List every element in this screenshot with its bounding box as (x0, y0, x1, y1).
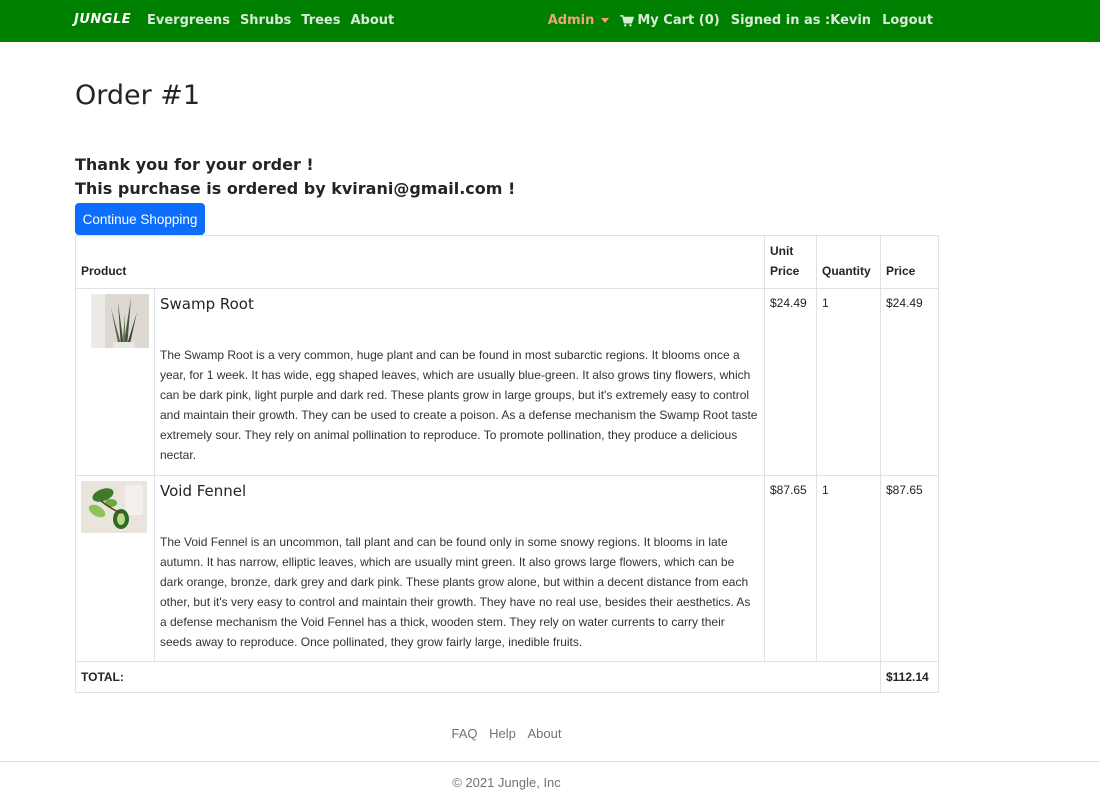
copyright-text: © 2021 Jungle, Inc (452, 775, 561, 790)
order-confirmation-message: Thank you for your order ! This purchase… (75, 153, 515, 201)
product-name: Void Fennel (160, 482, 247, 500)
product-description: The Void Fennel is an uncommon, tall pla… (160, 535, 751, 649)
price-cell: $87.65 (880, 475, 939, 662)
nav-link-trees[interactable]: Trees (301, 13, 340, 28)
caret-down-icon (601, 18, 610, 23)
page-title: Order #1 (75, 80, 201, 111)
table-row: Void Fennel The Void Fennel is an uncomm… (75, 475, 939, 662)
footer-links: FAQ Help About (0, 726, 1013, 741)
ordered-by-line: This purchase is ordered by kvirani@gmai… (75, 179, 516, 198)
logout-link[interactable]: Logout (882, 13, 933, 28)
header-unit-price: Unit Price (764, 235, 817, 289)
header-price: Price (880, 235, 939, 289)
continue-shopping-button[interactable]: Continue Shopping (75, 203, 205, 235)
order-items-table: Product Unit Price Quantity Price Swamp … (75, 235, 939, 693)
footer-link-faq[interactable]: FAQ (452, 726, 478, 741)
header-unit-price-line1: Unit (770, 244, 794, 258)
total-label: TOTAL: (75, 661, 881, 693)
user-nav: Admin My Cart (0) Signed in as :Kevin Lo… (537, 13, 933, 28)
footer-divider (0, 761, 1100, 762)
nav-link-evergreens[interactable]: Evergreens (147, 13, 230, 28)
top-navbar: JUNGLE Evergreens Shrubs Trees About Adm… (0, 0, 1100, 42)
header-quantity: Quantity (816, 235, 881, 289)
table-row: Swamp Root The Swamp Root is a very comm… (75, 288, 939, 476)
header-unit-price-line2: Price (770, 264, 800, 278)
brand-logo[interactable]: JUNGLE (74, 12, 131, 27)
quantity-cell: 1 (816, 288, 881, 476)
product-name: Swamp Root (160, 295, 254, 313)
footer-link-help[interactable]: Help (489, 726, 516, 741)
product-info-cell: Swamp Root The Swamp Root is a very comm… (154, 288, 765, 476)
shopping-cart-icon (620, 14, 635, 26)
unit-price-cell: $24.49 (764, 288, 817, 476)
plant-photo-icon (81, 481, 147, 533)
header-product: Product (75, 235, 765, 289)
table-header-row: Product Unit Price Quantity Price (75, 235, 939, 289)
product-image-cell (75, 475, 155, 662)
product-image-void-fennel[interactable] (81, 481, 147, 533)
price-cell: $24.49 (880, 288, 939, 476)
admin-label: Admin (547, 13, 595, 28)
footer-link-about[interactable]: About (528, 726, 562, 741)
signed-in-label: Signed in as :Kevin (730, 13, 872, 28)
total-value: $112.14 (880, 661, 939, 693)
total-row: TOTAL: $112.14 (75, 661, 939, 693)
nav-link-shrubs[interactable]: Shrubs (240, 13, 291, 28)
quantity-cell: 1 (816, 475, 881, 662)
admin-dropdown[interactable]: Admin (548, 13, 610, 28)
product-image-swamp-root[interactable] (91, 294, 149, 348)
nav-link-about[interactable]: About (351, 13, 395, 28)
cart-link[interactable]: My Cart (0) (620, 13, 720, 28)
product-image-cell (75, 288, 155, 476)
plant-photo-icon (91, 294, 149, 348)
unit-price-cell: $87.65 (764, 475, 817, 662)
product-info-cell: Void Fennel The Void Fennel is an uncomm… (154, 475, 765, 662)
category-nav: Evergreens Shrubs Trees About (147, 13, 404, 28)
product-description: The Swamp Root is a very common, huge pl… (160, 348, 758, 462)
thanks-line: Thank you for your order ! (75, 155, 314, 174)
cart-label: My Cart (0) (637, 13, 720, 28)
